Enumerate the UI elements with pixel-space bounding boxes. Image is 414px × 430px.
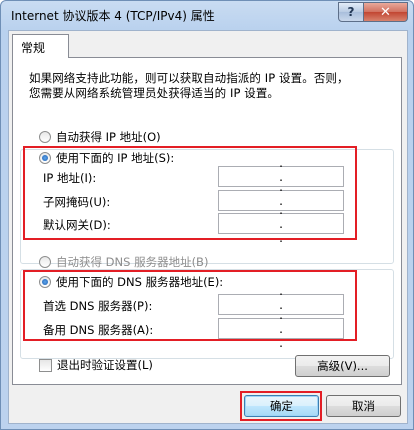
- description-line-2: 您需要从网络系统管理员处获得适当的 IP 设置。: [29, 86, 280, 100]
- auto-ip-radio[interactable]: [39, 131, 51, 143]
- help-button[interactable]: ?: [338, 2, 364, 22]
- dns-highlight-box: [23, 270, 357, 341]
- auto-dns-radio-row[interactable]: 自动获得 DNS 服务器地址(B): [39, 254, 208, 270]
- general-panel: 如果网络支持此功能，则可以获取自动指派的 IP 设置。否则， 您需要从网络系统管…: [12, 57, 402, 385]
- close-icon: ✕: [380, 4, 391, 20]
- title-bar[interactable]: Internet 协议版本 4 (TCP/IPv4) 属性 ? ✕: [1, 1, 413, 29]
- tab-general[interactable]: 常规: [12, 34, 69, 58]
- tab-general-label: 常规: [21, 41, 46, 55]
- auto-ip-radio-row[interactable]: 自动获得 IP 地址(O): [39, 129, 161, 145]
- auto-dns-radio[interactable]: [39, 256, 51, 268]
- help-icon: ?: [347, 5, 355, 19]
- validate-checkbox[interactable]: [39, 358, 52, 372]
- dialog-window: Internet 协议版本 4 (TCP/IPv4) 属性 ? ✕ 常规 如果网…: [0, 0, 414, 430]
- description-line-1: 如果网络支持此功能，则可以获取自动指派的 IP 设置。否则，: [29, 71, 349, 85]
- window-title: Internet 协议版本 4 (TCP/IPv4) 属性: [11, 9, 215, 23]
- advanced-button[interactable]: 高级(V)...: [295, 355, 390, 377]
- validate-label: 退出时验证设置(L): [57, 358, 153, 372]
- ok-highlight-box: [240, 391, 322, 421]
- auto-dns-label: 自动获得 DNS 服务器地址(B): [56, 255, 209, 269]
- auto-ip-label: 自动获得 IP 地址(O): [56, 130, 161, 144]
- cancel-button[interactable]: 取消: [326, 395, 401, 417]
- ip-highlight-box: [23, 146, 357, 240]
- dialog-client-area: 常规 如果网络支持此功能，则可以获取自动指派的 IP 设置。否则， 您需要从网络…: [8, 30, 408, 424]
- close-button[interactable]: ✕: [363, 2, 408, 22]
- validate-checkbox-row[interactable]: 退出时验证设置(L): [39, 357, 153, 373]
